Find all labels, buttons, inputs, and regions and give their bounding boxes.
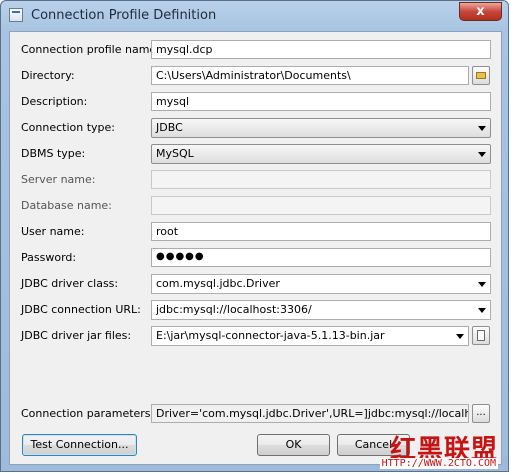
profile-name-input[interactable]: mysql.dcp (151, 40, 491, 59)
connection-type-value: JDBC (156, 121, 183, 134)
document-icon (477, 330, 485, 341)
driver-class-select[interactable]: com.mysql.jdbc.Driver (151, 274, 491, 294)
connection-url-label: JDBC connection URL: (21, 303, 141, 316)
connection-params-label: Connection parameters: (21, 407, 155, 420)
driver-jar-select[interactable]: E:\jar\mysql-connector-java-5.1.13-bin.j… (151, 326, 469, 346)
ok-button[interactable]: OK (257, 434, 330, 456)
connection-url-value: jdbc:mysql://localhost:3306/ (156, 303, 312, 316)
password-input[interactable]: ●●●●● (151, 248, 491, 267)
driver-class-value: com.mysql.jdbc.Driver (156, 277, 280, 290)
dialog-window: Connection Profile Definition x Connecti… (0, 0, 509, 472)
watermark: 红黑联盟 HTTP://WWW.2CTO.COM (364, 429, 504, 469)
test-connection-button[interactable]: Test Connection... (22, 434, 137, 456)
chevron-down-icon (456, 334, 464, 339)
app-icon (9, 8, 23, 22)
directory-label: Directory: (21, 69, 75, 82)
database-name-label: Database name: (21, 199, 112, 212)
browse-jar-button[interactable] (472, 326, 490, 345)
close-button[interactable]: x (459, 2, 502, 21)
driver-jar-value: E:\jar\mysql-connector-java-5.1.13-bin.j… (156, 329, 385, 342)
connection-type-select[interactable]: JDBC (151, 118, 491, 138)
watermark-url: HTTP://WWW.2CTO.COM (379, 458, 498, 469)
description-input[interactable]: mysql (151, 92, 491, 111)
connection-params-input[interactable]: Driver='com.mysql.jdbc.Driver',URL=]jdbc… (151, 404, 469, 423)
server-name-label: Server name: (21, 173, 96, 186)
dbms-type-value: MySQL (156, 147, 194, 160)
server-name-input[interactable] (151, 170, 491, 189)
user-name-input[interactable]: root (151, 222, 491, 241)
folder-icon (476, 72, 486, 79)
profile-name-label: Connection profile name: (21, 43, 160, 56)
password-label: Password: (21, 251, 77, 264)
connection-type-label: Connection type: (21, 121, 116, 134)
description-label: Description: (21, 95, 88, 108)
title-bar[interactable]: Connection Profile Definition x (1, 1, 510, 29)
user-name-label: User name: (21, 225, 85, 238)
form-panel: Connection profile name: mysql.dcp Direc… (9, 31, 502, 465)
chevron-down-icon (478, 282, 486, 287)
chevron-down-icon (478, 126, 486, 131)
window-title: Connection Profile Definition (31, 8, 217, 23)
driver-jar-label: JDBC driver jar files: (21, 329, 132, 342)
browse-directory-button[interactable] (472, 66, 490, 85)
dbms-type-label: DBMS type: (21, 147, 86, 160)
chevron-down-icon (478, 308, 486, 313)
connection-url-select[interactable]: jdbc:mysql://localhost:3306/ (151, 300, 491, 320)
database-name-input[interactable] (151, 196, 491, 215)
chevron-down-icon (478, 152, 486, 157)
edit-params-button[interactable]: ... (472, 404, 490, 423)
dbms-type-select[interactable]: MySQL (151, 144, 491, 164)
driver-class-label: JDBC driver class: (21, 277, 119, 290)
directory-input[interactable]: C:\Users\Administrator\Documents\ (151, 66, 469, 85)
